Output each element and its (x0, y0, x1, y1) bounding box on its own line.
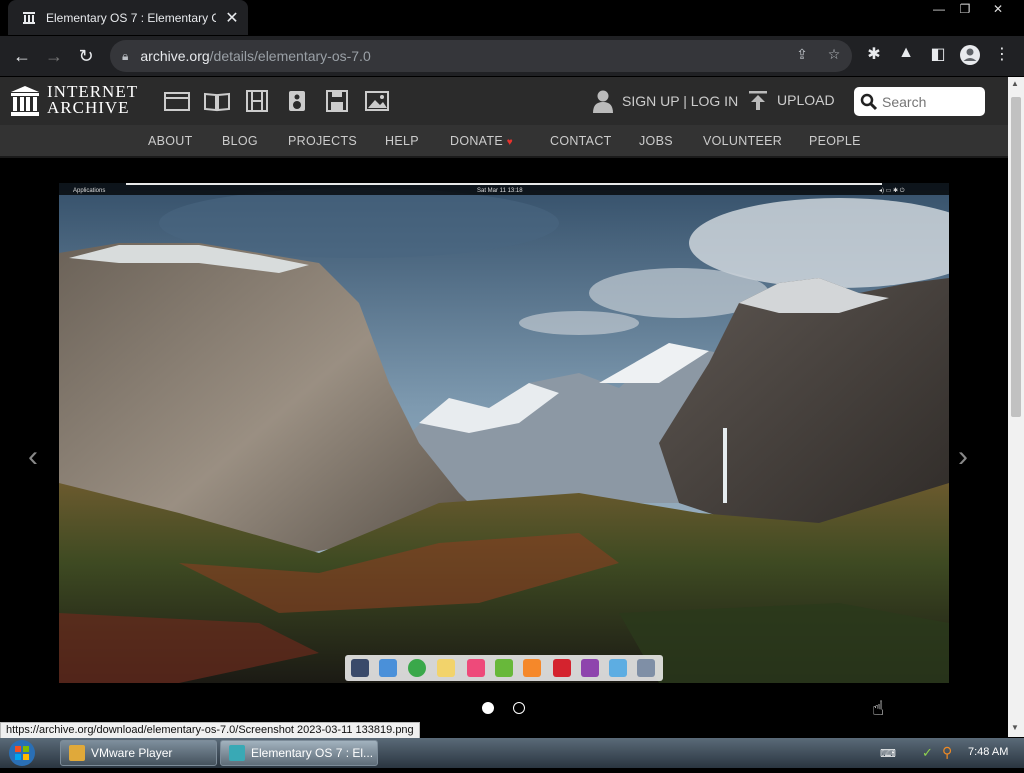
texts-book-icon[interactable] (204, 90, 230, 112)
nav-jobs[interactable]: JOBS (639, 134, 673, 148)
images-icon[interactable] (364, 90, 390, 112)
user-icon (593, 90, 613, 113)
archive-logo-text[interactable]: INTERNET ARCHIVE (47, 83, 138, 117)
keyboard-icon[interactable]: ⌨ (880, 747, 896, 760)
main-content: ‹ Applications Sat Mar 11 13:18 ◂) ▭ ✱ ⏻… (0, 160, 1008, 722)
start-button[interactable] (4, 738, 46, 768)
audio-speaker-icon[interactable] (284, 90, 310, 112)
carousel-dot-1[interactable] (482, 702, 494, 714)
vmware-icon (69, 745, 85, 761)
restore-icon[interactable]: ❐ (954, 0, 976, 18)
logo-line-2: ARCHIVE (47, 98, 130, 117)
nav-contact[interactable]: CONTACT (550, 134, 612, 148)
screenshot-datetime-label: Sat Mar 11 13:18 (477, 188, 523, 194)
scroll-up-icon[interactable]: ▲ (1011, 79, 1019, 88)
signup-login-link[interactable]: SIGN UP | LOG IN (592, 89, 738, 113)
page-scrollbar[interactable]: ▲ ▼ (1008, 77, 1024, 737)
nav-about[interactable]: ABOUT (148, 134, 193, 148)
reload-icon[interactable]: ↻ (70, 40, 102, 72)
search-box[interactable] (854, 87, 985, 116)
carousel-next-icon[interactable]: › (958, 440, 968, 474)
side-panel-icon[interactable]: ◧ (926, 44, 950, 64)
nav-projects[interactable]: PROJECTS (288, 134, 357, 148)
carousel-dot-2[interactable] (513, 702, 525, 714)
screenshot-tray-icons: ◂) ▭ ✱ ⏻ (879, 187, 905, 194)
windows-logo-icon (9, 740, 35, 766)
archive-logo-icon[interactable] (10, 85, 40, 117)
close-tab-icon[interactable]: ✕ (224, 8, 240, 28)
taskbar-elementary-label: Elementary OS 7 : El... (251, 746, 374, 760)
signup-label: SIGN UP | LOG IN (622, 93, 739, 109)
url-host: archive.org (140, 48, 210, 64)
nav-volunteer[interactable]: VOLUNTEER (703, 134, 782, 148)
scroll-thumb[interactable] (1011, 97, 1021, 417)
minimize-icon[interactable]: — (928, 0, 950, 18)
search-tray-icon[interactable]: ⚲ (942, 744, 952, 761)
browser-tab[interactable]: Elementary OS 7 : Elementary OS ✕ (8, 0, 248, 35)
close-window-icon[interactable]: ✕ (980, 0, 1016, 18)
carousel-dots (482, 702, 525, 714)
upload-link[interactable]: UPLOAD (748, 89, 835, 111)
taskbar-vmware-label: VMware Player (91, 746, 173, 760)
bookmark-star-icon[interactable]: ☆ (824, 46, 844, 63)
browser-tab-strip: Elementary OS 7 : Elementary OS ✕ — ❐ ✕ (0, 0, 1024, 36)
carousel-screenshot-image[interactable]: Applications Sat Mar 11 13:18 ◂) ▭ ✱ ⏻ (59, 183, 949, 683)
share-icon[interactable]: ⇪ (792, 46, 812, 63)
profile-avatar-icon[interactable] (958, 44, 982, 71)
taskbar-vmware-player[interactable]: VMware Player (60, 740, 217, 766)
scroll-down-icon[interactable]: ▼ (1011, 723, 1019, 732)
link-status-bar: https://archive.org/download/elementary-… (0, 722, 420, 739)
nav-help[interactable]: HELP (385, 134, 419, 148)
upload-icon (749, 91, 767, 110)
nav-people[interactable]: PEOPLE (809, 134, 861, 148)
web-icon[interactable] (164, 90, 190, 112)
nav-donate[interactable]: DONATE ♥ (450, 134, 513, 148)
network-icon[interactable]: ✓ (922, 745, 933, 761)
vm-window-icon (229, 745, 245, 761)
clock[interactable]: 7:48 AM (968, 746, 1008, 758)
carousel-prev-icon[interactable]: ‹ (28, 440, 38, 474)
url-path: /details/elementary-os-7.0 (209, 48, 371, 64)
back-icon[interactable]: ← (6, 40, 38, 72)
archive-favicon-icon (22, 11, 36, 25)
screenshot-applications-label: Applications (73, 188, 105, 194)
search-icon (860, 93, 878, 110)
ia-nav-bar: ABOUT BLOG PROJECTS HELP DONATE ♥ CONTAC… (0, 125, 1008, 158)
extensions-icon[interactable]: ✱ (862, 44, 886, 64)
nav-donate-label: DONATE (450, 134, 503, 148)
labs-flask-icon[interactable]: ▲ (894, 44, 918, 62)
lock-icon: 🔒︎ (122, 48, 129, 63)
windows-taskbar: VMware Player Elementary OS 7 : El... ⌨ … (0, 738, 1024, 768)
forward-icon[interactable]: → (38, 40, 70, 72)
nav-blog[interactable]: BLOG (222, 134, 258, 148)
search-input[interactable] (882, 93, 978, 110)
address-bar[interactable]: 🔒︎ archive.org/details/elementary-os-7.0… (110, 40, 852, 72)
ia-header: INTERNET ARCHIVE SIGN UP | LOG IN UPLOAD (0, 77, 1008, 125)
elementary-wallpaper-image: Applications Sat Mar 11 13:18 ◂) ▭ ✱ ⏻ (59, 183, 949, 683)
heart-icon: ♥ (506, 137, 513, 148)
upload-label: UPLOAD (777, 92, 835, 108)
tab-title: Elementary OS 7 : Elementary OS (46, 10, 216, 25)
hand-cursor-icon: ☝ (872, 698, 885, 720)
video-film-icon[interactable] (244, 90, 270, 112)
menu-kebab-icon[interactable]: ⋮ (990, 44, 1014, 64)
taskbar-elementary-os[interactable]: Elementary OS 7 : El... (220, 740, 378, 766)
software-disk-icon[interactable] (324, 90, 350, 112)
browser-toolbar: ← → ↻ 🔒︎ archive.org/details/elementary-… (0, 36, 1024, 76)
